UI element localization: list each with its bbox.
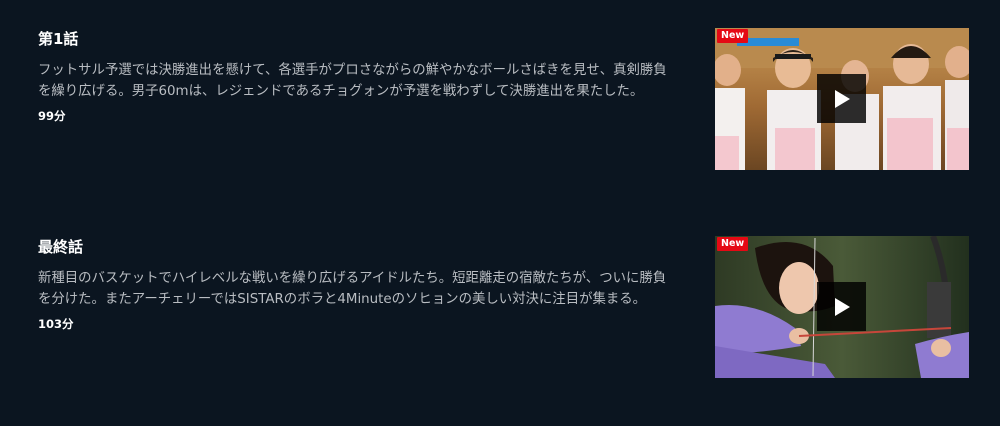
episode-duration: 103分 — [38, 317, 74, 331]
episode-title[interactable]: 第1話 — [38, 28, 678, 50]
episode-list: 第1話 フットサル予選では決勝進出を懸けて、各選手がプロさながらの鮮やかなボール… — [0, 0, 1000, 426]
episode-duration: 99分 — [38, 109, 66, 123]
episode-description: 新種目のバスケットでハイレベルな戦いを繰り広げるアイドルたち。短距離走の宿敵たち… — [38, 271, 667, 307]
episode-thumbnail[interactable]: New — [715, 236, 969, 378]
episode-thumbnail[interactable]: New — [715, 28, 969, 170]
play-button[interactable] — [817, 282, 866, 331]
play-button[interactable] — [817, 74, 866, 123]
episode-title[interactable]: 最終話 — [38, 236, 678, 258]
episode-info: 最終話 新種目のバスケットでハイレベルな戦いを繰り広げるアイドルたち。短距離走の… — [38, 236, 678, 332]
episode-info: 第1話 フットサル予選では決勝進出を懸けて、各選手がプロさながらの鮮やかなボール… — [38, 28, 678, 124]
play-icon — [834, 297, 850, 316]
episode-description: フットサル予選では決勝進出を懸けて、各選手がプロさながらの鮮やかなボールさばきを… — [38, 63, 667, 99]
new-badge: New — [717, 29, 749, 43]
new-badge: New — [717, 237, 749, 251]
play-icon — [834, 89, 850, 108]
